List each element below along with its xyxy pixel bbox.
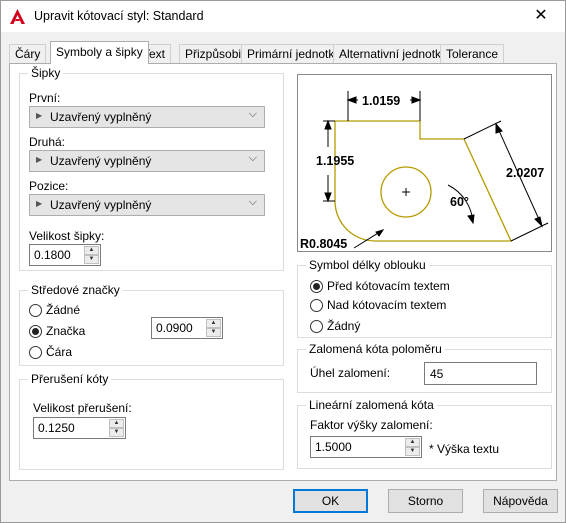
preview-drawing: 1.0159 1.1955 2.0207 60° R0.8045 bbox=[300, 91, 549, 251]
preview-arrowhead bbox=[467, 214, 475, 225]
tab-primary-units[interactable]: Primární jednotky bbox=[241, 44, 347, 63]
spin-down-icon[interactable]: ▼ bbox=[84, 255, 99, 264]
preview-dim-diag: 2.0207 bbox=[506, 166, 544, 180]
center-mark-none-label: Žádné bbox=[46, 303, 81, 317]
preview-arrowhead bbox=[411, 96, 422, 104]
tab-panel: Šipky První: ▶ Uzavřený vyplněný ⌵ Druhá… bbox=[9, 63, 557, 481]
tab-fit[interactable]: Přizpůsobit bbox=[179, 44, 251, 63]
help-button[interactable]: Nápověda bbox=[483, 489, 558, 513]
center-mark-mark-label: Značka bbox=[46, 324, 86, 338]
arc-symbol-above-radio[interactable]: Nad kótovacím textem bbox=[310, 298, 446, 312]
dimension-break-group-title: Přerušení kóty bbox=[28, 372, 112, 386]
jog-angle-label: Úhel zalomení: bbox=[310, 366, 391, 380]
center-mark-size-value: 0.0900 bbox=[156, 321, 193, 335]
preview-angle: 60° bbox=[450, 195, 469, 209]
preview-ext-line bbox=[463, 120, 502, 140]
radius-jog-group: Zalomená kóta poloměru Úhel zalomení: 45 bbox=[297, 342, 552, 393]
center-mark-line-label: Čára bbox=[46, 345, 73, 359]
center-mark-none-radio[interactable]: Žádné bbox=[29, 303, 80, 317]
arc-length-symbol-group: Symbol délky oblouku Před kótovacím text… bbox=[297, 258, 552, 338]
arrow-size-label: Velikost šipky: bbox=[29, 229, 105, 243]
close-icon: ✕ bbox=[534, 7, 548, 24]
dialog-window: Upravit kótovací styl: Standard ✕ Čáry S… bbox=[0, 0, 566, 523]
close-button[interactable]: ✕ bbox=[521, 1, 561, 31]
jog-factor-spinner[interactable]: 1.5000 ▲ ▼ bbox=[310, 436, 422, 458]
center-marks-group-title: Středové značky bbox=[28, 283, 123, 297]
chevron-down-icon: ⌵ bbox=[248, 152, 257, 164]
linear-jog-group-title: Lineární zalomená kóta bbox=[306, 398, 437, 412]
arc-length-group-title: Symbol délky oblouku bbox=[306, 258, 429, 272]
tab-tolerances[interactable]: Tolerance bbox=[440, 44, 505, 63]
first-arrow-value: Uzavřený vyplněný bbox=[50, 110, 152, 124]
break-size-value: 0.1250 bbox=[38, 421, 75, 435]
first-arrow-label: První: bbox=[29, 91, 61, 105]
arrowheads-group: Šipky První: ▶ Uzavřený vyplněný ⌵ Druhá… bbox=[19, 66, 284, 271]
second-arrow-label: Druhá: bbox=[29, 135, 66, 149]
arrowhead-icon: ▶ bbox=[36, 155, 43, 164]
dimension-break-group: Přerušení kóty Velikost přerušení: 0.125… bbox=[19, 372, 284, 470]
radius-jog-group-title: Zalomená kóta poloměru bbox=[306, 342, 445, 356]
center-mark-line-radio[interactable]: Čára bbox=[29, 345, 72, 359]
preview-ext-line bbox=[510, 222, 549, 242]
arc-symbol-above-label: Nad kótovacím textem bbox=[327, 298, 447, 312]
leader-arrow-label: Pozice: bbox=[29, 179, 69, 193]
preview-dim-top: 1.0159 bbox=[362, 94, 400, 108]
leader-arrow-value: Uzavřený vyplněný bbox=[50, 198, 152, 212]
leader-arrow-select[interactable]: ▶ Uzavřený vyplněný ⌵ bbox=[29, 194, 265, 216]
spin-up-icon[interactable]: ▲ bbox=[405, 438, 420, 447]
preview-arrowhead bbox=[346, 96, 357, 104]
break-size-spinner[interactable]: 0.1250 ▲ ▼ bbox=[33, 417, 126, 439]
jog-factor-label: Faktor výšky zalomení: bbox=[310, 418, 433, 432]
linear-jog-group: Lineární zalomená kóta Faktor výšky zalo… bbox=[297, 398, 552, 469]
preview-dim-left: 1.1955 bbox=[316, 154, 354, 168]
arc-symbol-none-label: Žádný bbox=[327, 319, 361, 333]
title-bar: Upravit kótovací styl: Standard ✕ bbox=[1, 1, 565, 32]
spin-down-icon[interactable]: ▼ bbox=[206, 328, 221, 337]
preview-arrowhead bbox=[375, 229, 385, 237]
jog-angle-value: 45 bbox=[430, 367, 444, 381]
spin-up-icon[interactable]: ▲ bbox=[206, 319, 221, 328]
cancel-button[interactable]: Storno bbox=[388, 489, 463, 513]
style-preview: 1.0159 1.1955 2.0207 60° R0.8045 bbox=[297, 74, 552, 252]
preview-arrowhead bbox=[534, 216, 543, 228]
arrowhead-icon: ▶ bbox=[36, 111, 43, 120]
center-mark-size-spinner[interactable]: 0.0900 ▲ ▼ bbox=[151, 317, 223, 339]
arrowheads-group-title: Šipky bbox=[28, 66, 64, 80]
center-mark-mark-radio[interactable]: Značka bbox=[29, 324, 85, 338]
preview-arrowhead bbox=[324, 192, 332, 203]
arrowhead-icon: ▶ bbox=[36, 199, 43, 208]
chevron-down-icon: ⌵ bbox=[248, 196, 257, 208]
spin-down-icon[interactable]: ▼ bbox=[405, 447, 420, 456]
jog-factor-value: 1.5000 bbox=[315, 440, 352, 454]
spin-up-icon[interactable]: ▲ bbox=[109, 419, 124, 428]
tab-alternate-units[interactable]: Alternativní jednotky bbox=[333, 44, 454, 63]
chevron-down-icon: ⌵ bbox=[248, 108, 257, 120]
ok-button[interactable]: OK bbox=[293, 489, 368, 513]
arc-symbol-preceding-label: Před kótovacím textem bbox=[327, 279, 450, 293]
preview-arrowhead bbox=[495, 122, 503, 134]
break-size-label: Velikost přerušení: bbox=[33, 401, 132, 415]
preview-arrowhead bbox=[324, 119, 332, 130]
second-arrow-value: Uzavřený vyplněný bbox=[50, 154, 152, 168]
arc-symbol-preceding-radio[interactable]: Před kótovacím textem bbox=[310, 279, 450, 293]
preview-radius: R0.8045 bbox=[300, 237, 347, 251]
arrow-size-spinner[interactable]: 0.1800 ▲ ▼ bbox=[29, 244, 101, 266]
tab-symbols-arrows[interactable]: Symboly a šipky bbox=[50, 41, 149, 64]
tab-lines[interactable]: Čáry bbox=[9, 44, 47, 63]
jog-factor-suffix: * Výška textu bbox=[429, 442, 500, 456]
arc-symbol-none-radio[interactable]: Žádný bbox=[310, 319, 360, 333]
spin-up-icon[interactable]: ▲ bbox=[84, 246, 99, 255]
first-arrow-select[interactable]: ▶ Uzavřený vyplněný ⌵ bbox=[29, 106, 265, 128]
arrow-size-value: 0.1800 bbox=[34, 248, 71, 262]
autocad-logo-icon bbox=[10, 9, 25, 24]
window-title: Upravit kótovací styl: Standard bbox=[34, 9, 204, 23]
second-arrow-select[interactable]: ▶ Uzavřený vyplněný ⌵ bbox=[29, 150, 265, 172]
jog-angle-input[interactable]: 45 bbox=[424, 362, 537, 385]
center-marks-group: Středové značky Žádné Značka Čára 0.0900… bbox=[19, 283, 284, 366]
preview-part-outline bbox=[334, 120, 513, 242]
spin-down-icon[interactable]: ▼ bbox=[109, 428, 124, 437]
